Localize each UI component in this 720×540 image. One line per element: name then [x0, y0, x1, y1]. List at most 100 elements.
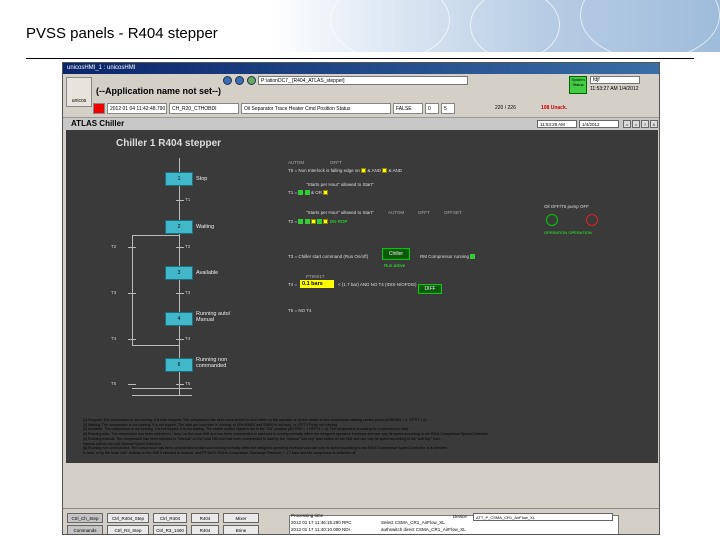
step-1-box[interactable]: 1 [165, 172, 193, 186]
step-6-box[interactable]: 6 [165, 358, 193, 372]
step-2-box[interactable]: 2 [165, 220, 193, 234]
pressure-condition: < (1.7 bar) AND NO T4 (IDIS-N/OFDIS) [338, 282, 417, 287]
ticker-row: 2012 01 17 11:40:10.000 NDI [291, 527, 350, 532]
window-titlebar: unicosHMI_1 : unicosHMI [63, 63, 659, 74]
nav-r404-2[interactable]: R404 [191, 525, 219, 534]
clock: 11:53:27 AM 1/4/2012 [590, 86, 639, 92]
help-button[interactable]: ? [641, 120, 649, 128]
app-name: (--Application name not set--) [96, 86, 221, 96]
alarm-total: 220 / 226 [495, 105, 516, 111]
nav-ctrl-ch-step[interactable]: Ctrl_Ch_Step [67, 513, 103, 523]
transition-tick [128, 293, 136, 294]
nav-ctrl-r404[interactable]: Ctrl_R404 [153, 513, 187, 523]
t3-condition: T3 = Chiller start command (Run On/off) [288, 254, 369, 259]
transition-tick [128, 339, 136, 340]
compressor-running: RM Compressor running [420, 254, 476, 260]
alarm-indicator [93, 103, 105, 114]
step-3-label: Available [196, 270, 219, 276]
transition-t1: T1 [185, 197, 191, 202]
pump-icon-red [586, 214, 598, 226]
pump-icon-green [546, 214, 558, 226]
transition-t2-left: T2 [111, 244, 117, 249]
t2-allowed: "Starts per Hour" allowed to Start" [306, 210, 374, 215]
nav-ctrl-r404-step[interactable]: Ctrl_R404_Step [107, 513, 149, 523]
next-panel-button[interactable]: > [632, 120, 640, 128]
step-3-box[interactable]: 3 [165, 266, 193, 280]
banner-swirl [470, 0, 560, 60]
transition-t4-left: T4 [111, 336, 117, 341]
step-4-label: Running auto/ Manual [196, 311, 231, 323]
nav-mixer[interactable]: Mixer [223, 513, 259, 523]
alarm-device: CH_R20_CTHOBDI [169, 103, 239, 114]
t1-condition: T1 = & OR [288, 190, 329, 196]
bottom-bar: Ctrl_Ch_Step Ctrl_R404_Step Ctrl_R404 R4… [63, 508, 659, 534]
panel-path-field[interactable]: P:\ationDC7_ [R404_ATLAS_stepper] [258, 76, 468, 85]
nav-ctrl-r3-1400[interactable]: Ctrl_R3_1400 [153, 525, 187, 534]
unack-count[interactable]: 108 Unack. [539, 103, 589, 114]
nav-ctrl-r3-step[interactable]: Ctrl_R3_Step [107, 525, 149, 534]
forward-button[interactable] [235, 76, 244, 85]
transition-t4: T4 [185, 336, 191, 341]
device-label: Device [453, 514, 467, 519]
operation-label: OPERATION OPERATION [544, 230, 592, 235]
back-button[interactable] [223, 76, 232, 85]
alarm-state: FALSE [393, 103, 423, 114]
header-date: 1/4/2012 [579, 120, 619, 128]
branch-line [132, 388, 192, 389]
panel-header-band: ATLAS Chiller 11:53:28 AM 1/4/2012 < > ?… [63, 117, 659, 130]
slide-title: PVSS panels - R404 stepper [26, 25, 218, 42]
chiller-start-box[interactable]: Chiller [382, 248, 410, 260]
step-6-label: Running non commanded [196, 357, 228, 369]
transition-t5: T5 [185, 381, 191, 386]
t4-prefix: T4 = [288, 282, 298, 287]
t0-condition: T0 = Non Interlock is falling edge on & … [288, 168, 403, 174]
step-1-label: Stop [196, 176, 208, 182]
t0-off-label: OFFT [330, 160, 342, 165]
slide-banner [270, 0, 720, 60]
alarm-row[interactable]: 2012 01 04 11:42:48.790 CH_R20_CTHOBDI O… [93, 103, 659, 114]
alarm-description: Oil Separator Trace Heater Cmd Position … [241, 103, 391, 114]
ticker-row-detail: Select CSMA_CR1_AirFlow_XL [381, 520, 445, 525]
ticker-row: 2012 01 17 11:46:15.290 RPC [291, 520, 352, 525]
alarm-count2: 5 [441, 103, 455, 114]
t2-condition: T2 = ON ROP [288, 219, 348, 225]
nav-r404[interactable]: R404 [191, 513, 219, 523]
stepper-left-branch [132, 235, 133, 345]
banner-swirl [330, 0, 450, 60]
close-panel-button[interactable]: X [650, 120, 658, 128]
prev-panel-button[interactable]: < [623, 120, 631, 128]
t2-off-label: OFFT [418, 210, 430, 215]
t1-start-hour: "Starts per Hour" allowed to Start" [306, 182, 374, 187]
run-active-label: Run active [384, 263, 406, 268]
step-legend: [1] Stopped: The compressor is not runni… [83, 418, 653, 456]
device-field[interactable]: ATT_P_CSMA_CR1_AirFlow_XL [473, 513, 613, 521]
t2-auto-label: AUTOM [388, 210, 405, 215]
panel-group-label: ATLAS Chiller [71, 119, 125, 128]
unicos-logo: unicos [66, 77, 92, 107]
user-field[interactable]: fdjf [590, 76, 640, 84]
transition-tick [176, 200, 184, 201]
transition-tick [128, 247, 136, 248]
alarm-time: 2012 01 04 11:42:48.790 [107, 103, 167, 114]
transition-tick [176, 247, 184, 248]
transition-t2: T2 [185, 244, 191, 249]
panel-title: Chiller 1 R404 stepper [116, 138, 222, 149]
header-time: 11:53:28 AM [537, 120, 577, 128]
branch-line [132, 395, 192, 396]
nav-commands[interactable]: Commands [67, 525, 103, 534]
transition-tick [128, 384, 136, 385]
transition-t3-left: T3 [111, 290, 117, 295]
nav-brine[interactable]: Brine [223, 525, 259, 534]
prs-label: PT5901T [306, 274, 325, 279]
stepper-panel: Chiller 1 R404 stepper 1 Stop T1 2 Waiti… [66, 130, 658, 463]
t2-offset-label: OFFSET [444, 210, 462, 215]
legend-line: to auto, or by the local "soft" buttons … [83, 450, 356, 455]
system-status-button[interactable]: System Status [569, 76, 587, 94]
home-button[interactable] [247, 76, 256, 85]
step-4-box[interactable]: 4 [165, 312, 193, 326]
pump-label: Oil OFF/T5 pump OFF [544, 204, 590, 209]
ticker-header: Processing time [291, 513, 324, 518]
transition-tick [176, 384, 184, 385]
transition-tick [176, 293, 184, 294]
slide-divider [26, 58, 694, 59]
